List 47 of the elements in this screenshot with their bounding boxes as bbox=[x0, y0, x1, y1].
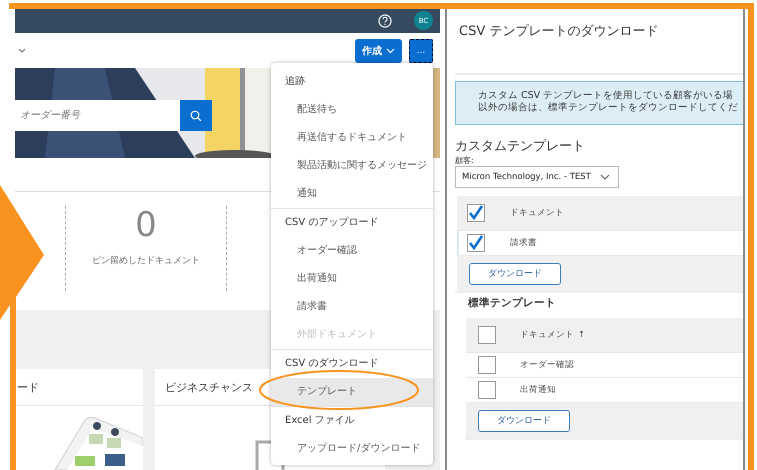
column-header[interactable]: ドキュメント bbox=[520, 329, 574, 341]
section-heading: 標準テンプレート bbox=[466, 296, 557, 311]
card-title: ード bbox=[17, 380, 39, 394]
menu-item[interactable]: テンプレート bbox=[271, 378, 433, 406]
checkbox[interactable] bbox=[478, 356, 496, 374]
chevron-down-icon[interactable] bbox=[18, 48, 26, 53]
menu-item: 外部ドキュメント bbox=[296, 328, 378, 342]
menu-section-title: CSV のダウンロード bbox=[284, 357, 380, 371]
search-icon bbox=[190, 110, 202, 122]
field-label: 顧客: bbox=[455, 155, 475, 166]
info-text: 以外の場合は、標準テンプレートをダウンロードしてくだ bbox=[478, 102, 739, 114]
search-field[interactable]: オーダー番号 bbox=[15, 100, 180, 131]
menu-item[interactable]: 再送信するドキュメント bbox=[271, 124, 433, 152]
menu-item[interactable]: アップロード/ダウンロード bbox=[271, 435, 433, 463]
menu-section-title: 追跡 bbox=[284, 74, 306, 89]
menu-item[interactable]: 出荷通知 bbox=[271, 265, 433, 293]
create-button[interactable]: 作成 bbox=[355, 38, 402, 62]
table-cell: 出荷通知 bbox=[520, 384, 556, 396]
card-title: ビジネスチャンス bbox=[165, 380, 253, 394]
chevron-down-icon bbox=[386, 48, 395, 54]
table-cell: 請求書 bbox=[510, 237, 537, 249]
menu-item[interactable]: 請求書 bbox=[271, 293, 433, 321]
table-cell: オーダー確認 bbox=[520, 359, 574, 371]
chevron-down-icon bbox=[600, 174, 610, 180]
menu-section-title: Excel ファイル bbox=[284, 414, 356, 428]
info-text: カスタム CSV テンプレートを使用している顧客がいる場 bbox=[478, 90, 734, 102]
help-icon[interactable] bbox=[378, 14, 392, 28]
search-button[interactable] bbox=[180, 100, 212, 131]
menu-item[interactable]: オーダー確認 bbox=[271, 237, 433, 265]
download-button[interactable]: ダウンロード bbox=[478, 410, 570, 432]
checkbox[interactable] bbox=[478, 326, 496, 344]
more-button[interactable]: ... bbox=[409, 38, 433, 62]
download-button[interactable]: ダウンロード bbox=[469, 262, 561, 284]
checkbox[interactable] bbox=[467, 234, 485, 252]
column-header[interactable]: ドキュメント bbox=[510, 207, 564, 219]
sort-arrow[interactable]: ↑ bbox=[578, 330, 586, 340]
panel-title: CSV テンプレートのダウンロード bbox=[458, 23, 660, 41]
menu-item[interactable]: 通知 bbox=[271, 180, 433, 208]
menu-item[interactable]: 製品活動に関するメッセージ bbox=[271, 152, 433, 180]
section-heading: カスタムテンプレート bbox=[455, 138, 586, 155]
stat-label: ピン留めしたドキュメント bbox=[92, 254, 200, 267]
menu-item[interactable]: 配送待ち bbox=[271, 96, 433, 124]
menu-section-title: CSV のアップロード bbox=[284, 216, 380, 230]
checkbox[interactable] bbox=[478, 381, 496, 399]
checkbox[interactable] bbox=[467, 204, 485, 222]
customer-select[interactable]: Micron Technology, Inc. - TEST bbox=[455, 166, 619, 188]
stat-value: 0 bbox=[135, 206, 157, 244]
